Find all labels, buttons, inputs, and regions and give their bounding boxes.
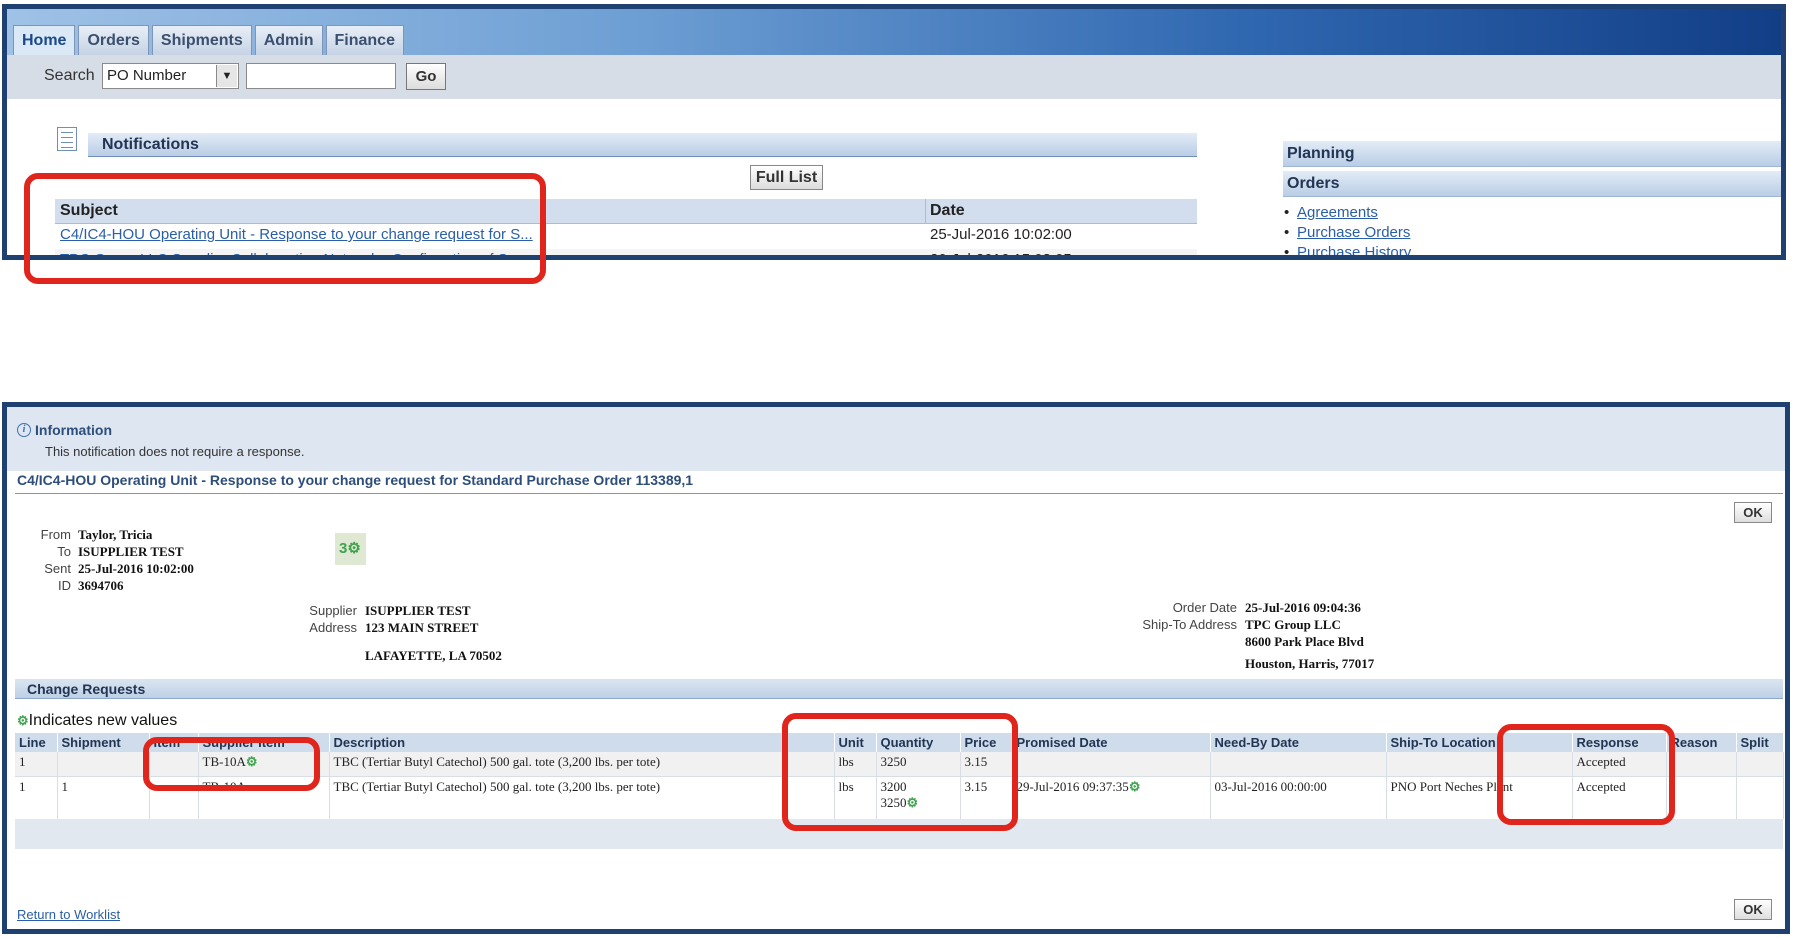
gear-icon: 3⚙ — [339, 540, 361, 557]
go-button[interactable]: Go — [406, 63, 446, 90]
ship-to-address-label: Ship-To Address — [1142, 617, 1237, 632]
change-requests-title: Change Requests — [27, 681, 146, 697]
new-values-legend: ⚙Indicates new values — [17, 712, 177, 730]
search-type-value: PO Number — [107, 67, 187, 84]
gear-icon: ⚙ — [1128, 779, 1141, 794]
tab-admin[interactable]: Admin — [254, 25, 323, 55]
gear-icon: ⚙ — [17, 713, 29, 728]
search-label: Search — [44, 67, 95, 84]
promised-date-value: 29-Jul-2016 09:37:35 — [1016, 779, 1129, 794]
from-value: Taylor, Tricia — [78, 527, 153, 542]
column-shipment: Shipment — [57, 733, 150, 752]
highlight-notification-subject — [24, 173, 546, 284]
tab-home[interactable]: Home — [13, 25, 76, 55]
cell-reason — [1666, 776, 1737, 819]
orders-section-header: Orders — [1283, 171, 1781, 197]
address-line1: 123 MAIN STREET — [365, 620, 479, 635]
to-value: ISUPPLIER TEST — [78, 544, 184, 559]
cell-need-by-date: 03-Jul-2016 00:00:00 — [1210, 776, 1387, 819]
ok-button[interactable]: OK — [1734, 502, 1772, 523]
tab-bar: Home Orders Shipments Admin Finance — [13, 25, 404, 55]
search-bar: Search PO Number ▼ Go — [7, 55, 1781, 99]
cell-promised-date — [1012, 752, 1211, 777]
cell-description: TBC (Tertiar Butyl Catechol) 500 gal. to… — [329, 752, 835, 777]
notification-date: 25-Jul-2016 10:02:00 — [930, 226, 1072, 243]
notification-list-icon — [57, 127, 77, 151]
column-description: Description — [329, 733, 835, 752]
chevron-down-icon[interactable]: ▼ — [216, 65, 237, 87]
purchase-orders-link[interactable]: Purchase Orders — [1284, 224, 1410, 241]
notification-detail-panel: i Information This notification does not… — [2, 402, 1790, 934]
ship-to-line3: Houston, Harris, 77017 — [1245, 656, 1375, 671]
address-label: Address — [309, 620, 357, 635]
column-date[interactable]: Date — [930, 202, 965, 220]
ok-button-bottom[interactable]: OK — [1734, 899, 1772, 920]
cell-split — [1736, 752, 1784, 777]
column-line: Line — [15, 733, 58, 752]
cell-need-by-date — [1210, 752, 1387, 777]
sent-label: Sent — [44, 561, 71, 576]
tab-finance[interactable]: Finance — [325, 25, 404, 55]
change-requests-header: Change Requests — [15, 679, 1783, 699]
column-promised-date: Promised Date — [1012, 733, 1211, 752]
search-type-select[interactable]: PO Number ▼ — [102, 63, 239, 89]
supplier-label: Supplier — [309, 603, 357, 618]
cell-description: TBC (Tertiar Butyl Catechol) 500 gal. to… — [329, 776, 835, 819]
ship-to-line1: TPC Group LLC — [1245, 617, 1341, 632]
notifications-title: Notifications — [102, 136, 199, 153]
changed-value-legend-box: 3⚙ — [335, 533, 366, 565]
order-date-value: 25-Jul-2016 09:04:36 — [1245, 600, 1361, 615]
order-date-label: Order Date — [1172, 600, 1237, 615]
tab-orders[interactable]: Orders — [78, 25, 149, 55]
cell-line: 1 — [15, 752, 58, 777]
ship-to-line2: 8600 Park Place Blvd — [1245, 634, 1364, 649]
column-reason: Reason — [1666, 733, 1737, 752]
information-title: Information — [35, 422, 112, 438]
address-line2: LAFAYETTE, LA 70502 — [365, 648, 502, 663]
info-icon: i — [17, 423, 31, 437]
cell-shipment: 1 — [57, 776, 150, 819]
information-message: This notification does not require a res… — [45, 444, 305, 459]
planning-title: Planning — [1287, 145, 1355, 162]
to-label: To — [57, 544, 71, 559]
subject-divider — [15, 493, 1783, 494]
tab-shipments[interactable]: Shipments — [151, 25, 252, 55]
notification-date: 20-Jul-2016 15:03:05 — [930, 251, 1072, 260]
planning-section-header: Planning — [1283, 141, 1781, 167]
supplier-value: ISUPPLIER TEST — [365, 603, 471, 618]
return-to-worklist-link[interactable]: Return to Worklist — [17, 907, 120, 922]
column-split: Split — [1736, 733, 1784, 752]
notifications-header: Notifications — [88, 133, 1197, 157]
purchase-history-link[interactable]: Purchase History — [1284, 244, 1411, 255]
cell-promised-date: 29-Jul-2016 09:37:35⚙ — [1012, 776, 1211, 819]
full-list-button[interactable]: Full List — [750, 165, 823, 190]
from-label: From — [40, 527, 71, 542]
column-need-by-date: Need-By Date — [1210, 733, 1387, 752]
sent-value: 25-Jul-2016 10:02:00 — [78, 561, 194, 576]
id-label: ID — [58, 578, 71, 593]
notification-subject-title: C4/IC4-HOU Operating Unit - Response to … — [17, 472, 694, 488]
orders-title: Orders — [1287, 175, 1340, 192]
search-input[interactable] — [246, 63, 396, 89]
cell-shipment — [57, 752, 150, 777]
new-values-legend-text: Indicates new values — [28, 712, 178, 729]
highlight-supplier-item — [143, 737, 320, 791]
information-region: i Information This notification does not… — [7, 407, 1785, 471]
agreements-link[interactable]: Agreements — [1284, 204, 1378, 221]
highlight-response — [1497, 724, 1675, 825]
id-value: 3694706 — [78, 578, 124, 593]
highlight-unit-quantity-price — [782, 713, 1018, 831]
cell-split — [1736, 776, 1784, 819]
global-header: Home Orders Shipments Admin Finance — [7, 9, 1781, 55]
cell-line: 1 — [15, 776, 58, 819]
cell-reason — [1666, 752, 1737, 777]
